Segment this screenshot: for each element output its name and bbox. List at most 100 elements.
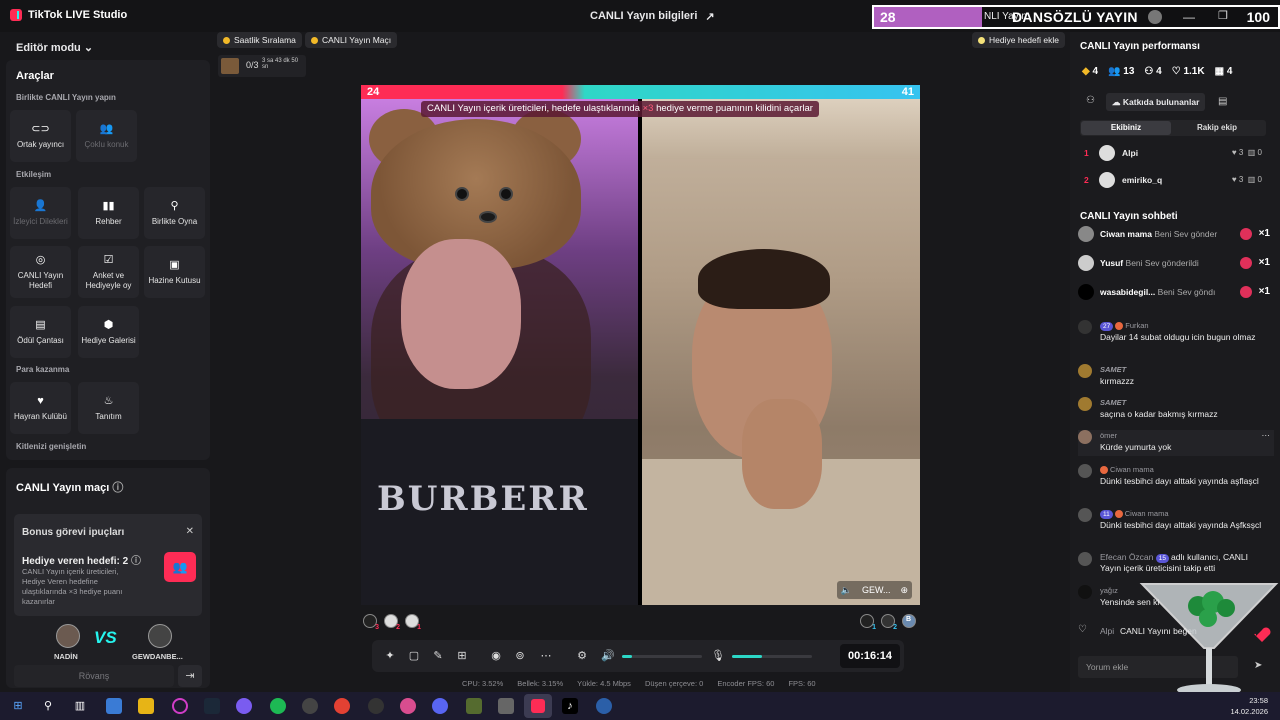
team-right-badge[interactable]: B	[902, 614, 916, 628]
minecraft-icon[interactable]	[466, 698, 482, 714]
chat-message[interactable]: SAMET saçına o kadar bakmış kırmazz	[1078, 397, 1274, 423]
add-gift-goal-pill[interactable]: Hediye hedefi ekle	[972, 32, 1065, 48]
tile-viewer-wishes[interactable]: 👤 İzleyici Dilekleri	[10, 187, 71, 239]
chrome-icon[interactable]	[334, 698, 350, 714]
system-clock[interactable]: 23:58 14.02.2026	[1230, 695, 1268, 717]
chat-message[interactable]: Ciwan mama Dünki tesbihci dayı alttaki ya…	[1078, 464, 1274, 500]
chat-message[interactable]: SAMET kırmazzz	[1078, 364, 1274, 390]
add-source-icon[interactable]: ⊞	[454, 648, 470, 664]
opera-icon[interactable]	[172, 698, 188, 714]
avatar[interactable]	[148, 624, 172, 648]
more-icon[interactable]: ⋯	[1262, 430, 1271, 441]
team-left-badge[interactable]: 3	[363, 614, 379, 631]
live-preview[interactable]: BURBERR 🔈 GEW... ⊕ 24 41 CANLI Yayın içeri…	[361, 85, 920, 605]
share-icon[interactable]: ↗	[705, 10, 714, 23]
live-match-pill[interactable]: CANLI Yayın Maçı	[305, 32, 398, 48]
discord-icon[interactable]	[432, 698, 448, 714]
tab-your-team[interactable]: Ekibiniz	[1081, 121, 1171, 135]
settings-sliders-icon[interactable]: ⚙	[574, 648, 590, 664]
editor-mode-dropdown[interactable]: Editör modu ⌄	[16, 41, 93, 54]
team-right-badge[interactable]: 1	[860, 614, 876, 631]
capture-icon[interactable]: ⊚	[512, 648, 528, 664]
chat-user[interactable]: Efecan Özcan	[1100, 552, 1153, 562]
chat-user[interactable]: ömer	[1100, 430, 1117, 441]
speaker-icon[interactable]: 🔊	[600, 648, 616, 664]
search-icon[interactable]: ⚲	[40, 698, 56, 714]
goal-timer-chip[interactable]: 0/3 3 sa 43 dk 50 sn	[218, 55, 306, 77]
team-left-badge[interactable]: 1	[405, 614, 421, 631]
tile-poll[interactable]: ☑ Anket ve Hediyeyle oy	[78, 246, 139, 298]
tiktok-icon[interactable]: ♪	[562, 698, 578, 714]
spotify-icon[interactable]	[270, 698, 286, 714]
chat-user[interactable]: yağız	[1100, 585, 1118, 596]
microphone-icon[interactable]: 🎙	[710, 648, 726, 664]
screen-share-icon[interactable]: ▢	[406, 648, 422, 664]
ranking-row[interactable]: 2 emiriko_q ♥ 3 ▥ 0	[1082, 171, 1270, 189]
speaker-volume-slider[interactable]	[622, 655, 702, 658]
editor-mode-label[interactable]: Editör modu	[16, 42, 81, 54]
chat-message[interactable]: 11 Ciwan mama Dünki tesbihci dayı alttaki …	[1078, 508, 1274, 544]
mic-volume-slider[interactable]	[732, 655, 812, 658]
effects-icon[interactable]: ✦	[382, 648, 398, 664]
contributors-label[interactable]: Katkıda bulunanlar	[1123, 97, 1200, 107]
chat-user[interactable]: Furkan	[1125, 321, 1148, 330]
tile-multi-guest[interactable]: 👥 Çoklu konuk	[76, 110, 137, 162]
minimize-icon[interactable]: —	[1183, 10, 1195, 24]
tile-reward-bag[interactable]: ▤ Ödül Çantası	[10, 306, 71, 358]
app-icon[interactable]	[400, 698, 416, 714]
windows-start-icon[interactable]: ⊞	[10, 698, 26, 714]
obs-icon[interactable]	[236, 698, 252, 714]
tile-promote[interactable]: ♨ Tanıtım	[78, 382, 139, 434]
rematch-button[interactable]: Rövanş	[14, 665, 174, 687]
opponent-name[interactable]: GEW...	[862, 581, 891, 599]
close-icon[interactable]: ✕	[186, 526, 194, 537]
chat-user[interactable]: Ciwan mama	[1110, 465, 1154, 474]
avatar[interactable]	[56, 624, 80, 648]
tile-co-host[interactable]: ⊂⊃ Ortak yayıncı	[10, 110, 71, 162]
tile-treasure-box[interactable]: ▣ Hazine Kutusu	[144, 246, 205, 298]
team-left-badge[interactable]: 2	[384, 614, 400, 631]
team-right-badge[interactable]: 2	[881, 614, 897, 631]
copilot-icon[interactable]	[106, 698, 122, 714]
opponent-tag[interactable]: 🔈 GEW... ⊕	[836, 581, 912, 599]
more-icon[interactable]: ⋯	[538, 648, 554, 664]
gifters-icon[interactable]: 👥	[164, 552, 196, 582]
contributors-button[interactable]: ☁ Katkıda bulunanlar	[1106, 93, 1206, 111]
hourly-ranking-pill[interactable]: Saatlik Sıralama	[217, 32, 302, 48]
chat-message[interactable]: 27 Furkan Dayilar 14 subat oldugu icin bug…	[1078, 320, 1274, 356]
tab-rival-team[interactable]: Rakip ekip	[1172, 121, 1262, 135]
chat-user[interactable]: Alpi	[1100, 626, 1114, 637]
help-icon[interactable]: ⓘ	[131, 556, 141, 567]
chat-user[interactable]: Ciwan mama	[1125, 509, 1169, 518]
tile-live-goal[interactable]: ◎ CANLI Yayın Hedefi	[10, 246, 71, 298]
live-info-header[interactable]: CANLI Yayın bilgileri ↗	[590, 10, 715, 23]
add-gift-goal-label[interactable]: Hediye hedefi ekle	[989, 32, 1059, 48]
tile-play-together[interactable]: ⚲ Birlikte Oyna	[144, 187, 205, 239]
chat-user[interactable]: SAMET	[1100, 397, 1126, 408]
record-icon[interactable]: ◉	[488, 648, 504, 664]
task-view-icon[interactable]: ▥	[72, 698, 88, 714]
add-icon[interactable]: ⊕	[900, 581, 908, 599]
app-icon[interactable]	[498, 698, 514, 714]
tiktok-live-studio-icon[interactable]	[524, 694, 552, 718]
help-icon[interactable]: ⓘ	[112, 482, 123, 494]
list-icon[interactable]: ▤	[1218, 96, 1227, 107]
steam-icon[interactable]	[204, 698, 220, 714]
maximize-icon[interactable]: ❐	[1218, 9, 1228, 22]
live-match-label[interactable]: CANLI Yayın Maçı	[322, 32, 391, 48]
app-icon[interactable]	[368, 698, 384, 714]
app-icon[interactable]	[302, 698, 318, 714]
tile-gift-gallery[interactable]: ⬢ Hediye Galerisi	[78, 306, 139, 358]
file-explorer-icon[interactable]	[138, 698, 154, 714]
speaker-icon[interactable]: 🔈	[841, 581, 852, 599]
live-info-title[interactable]: CANLI Yayın bilgileri	[590, 10, 697, 23]
app-icon[interactable]	[596, 698, 612, 714]
chevron-down-icon[interactable]: ⌄	[84, 42, 93, 54]
hourly-ranking-label[interactable]: Saatlik Sıralama	[234, 32, 296, 48]
user-settings-icon[interactable]: ⚇	[1086, 95, 1095, 106]
chat-message[interactable]: ömer Kürde yumurta yok ⋯	[1078, 430, 1274, 456]
tile-fan-club[interactable]: ♥ Hayran Kulübü	[10, 382, 71, 434]
sticker-icon[interactable]: ✎	[430, 648, 446, 664]
chat-user[interactable]: SAMET	[1100, 364, 1126, 375]
tile-guide[interactable]: ▮▮ Rehber	[78, 187, 139, 239]
